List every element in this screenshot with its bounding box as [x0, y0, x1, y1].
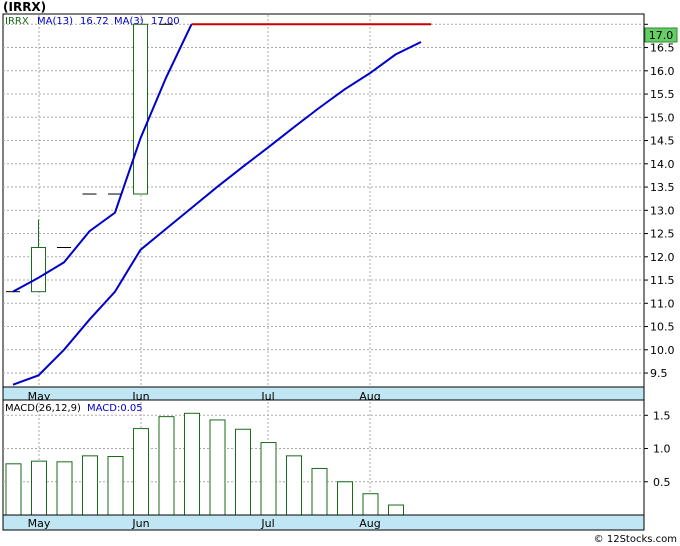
- price-axis-ticks: 9.5 10.0 10.5 11.0 11.5 12.0 12.5 13.0 13.5 14.0 1…: [644, 23, 675, 380]
- candle: [133, 23, 148, 195]
- price-tick-label: 16.5: [650, 42, 675, 55]
- price-tick-label: 10.0: [650, 344, 675, 357]
- macd-bar: [388, 504, 404, 516]
- price-tick-label: 13.0: [650, 204, 675, 217]
- macd-month-label: May: [28, 517, 51, 530]
- macd-bar: [209, 419, 226, 516]
- candle-body: [133, 23, 148, 195]
- macd-bar: [184, 412, 200, 516]
- last-price-badge-text: 17.0: [649, 29, 674, 42]
- chart-title: (IRRX): [3, 0, 46, 14]
- legend-ma3-value: 17.00: [151, 16, 180, 27]
- macd-bar: [362, 493, 379, 516]
- macd-label: MACD(26,12,9): [5, 403, 81, 414]
- macd-tick-label: 0.5: [653, 476, 671, 489]
- macd-bar: [5, 463, 22, 516]
- price-tick-label: 12.5: [650, 228, 675, 241]
- price-tick-label: 14.0: [650, 158, 675, 171]
- macd-month-label: Jun: [131, 517, 149, 530]
- price-tick-label: 11.0: [650, 297, 675, 310]
- macd-value-label: MACD:0.05: [87, 403, 143, 414]
- price-tick-label: 14.5: [650, 135, 675, 148]
- watermark: © 12Stocks.com: [594, 534, 677, 545]
- price-tick-label: 16.0: [650, 65, 675, 78]
- candle-body: [31, 247, 46, 293]
- legend-ma13-value: 16.72: [80, 16, 109, 27]
- macd-bar: [235, 428, 251, 516]
- legend-ma13-label: MA(13): [37, 16, 73, 27]
- macd-axis-ticks: 0.5 1.0 1.5: [644, 409, 671, 489]
- macd-bar: [286, 455, 302, 516]
- macd-month-label: Jul: [260, 517, 274, 530]
- macd-bar: [158, 416, 175, 516]
- macd-bar: [337, 481, 353, 516]
- macd-bar: [311, 467, 328, 516]
- price-tick-label: 11.5: [650, 274, 675, 287]
- price-tick-label: 13.5: [650, 181, 675, 194]
- macd-month-band: [2, 514, 645, 531]
- price-tick-label: 9.5: [650, 367, 668, 380]
- macd-bar: [82, 455, 98, 516]
- legend-symbol: IRRX: [5, 16, 29, 27]
- macd-bar: [133, 428, 149, 516]
- price-tick-label: 15.5: [650, 88, 675, 101]
- macd-tick-label: 1.5: [653, 409, 671, 422]
- macd-bar: [107, 456, 124, 516]
- macd-bar: [260, 442, 277, 516]
- macd-bar: [56, 461, 73, 516]
- price-tick-label: 15.0: [650, 111, 675, 124]
- stock-chart: (IRRX) 9.5 10.0 10.5 11.0 11.5 12.0 12.5 13.0 13…: [2, 0, 678, 545]
- price-plot-area: [2, 13, 645, 405]
- macd-month-label: Aug: [359, 517, 380, 530]
- price-tick-label: 10.5: [650, 321, 675, 334]
- macd-tick-label: 1.0: [653, 443, 671, 456]
- price-tick-label: 12.0: [650, 251, 675, 264]
- macd-bar: [31, 460, 47, 516]
